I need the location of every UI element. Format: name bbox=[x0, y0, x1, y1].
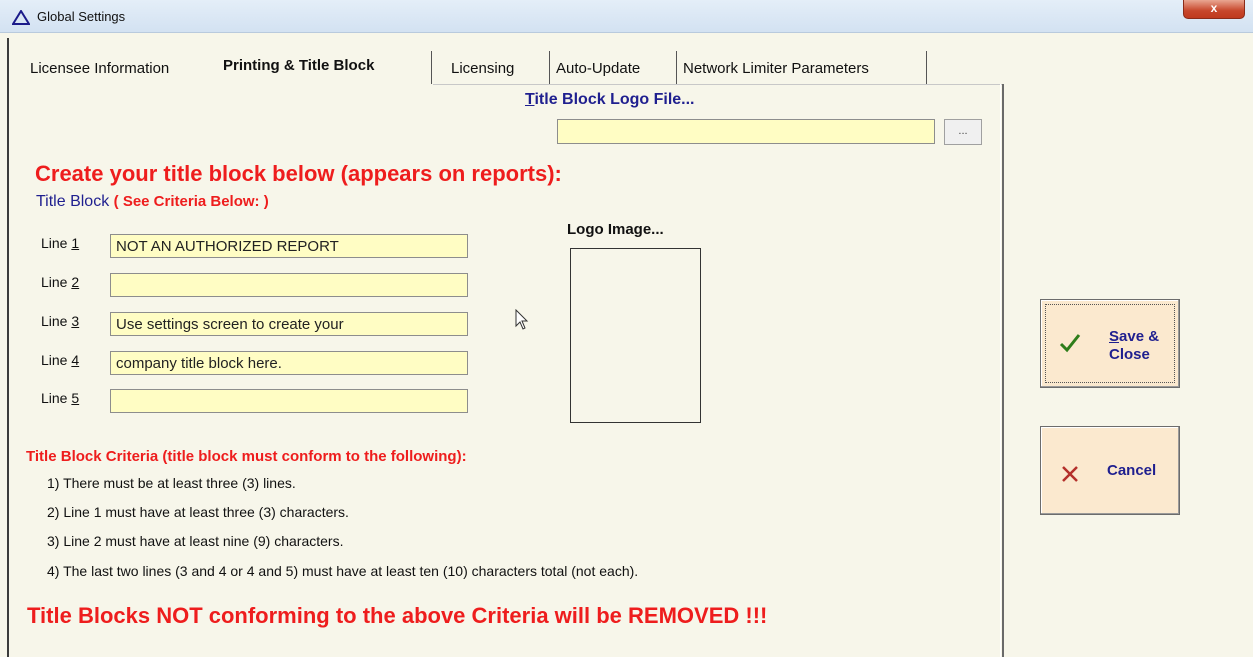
tab-separator bbox=[431, 51, 432, 84]
line-3-label-num: 3 bbox=[71, 313, 80, 329]
line-1-label: Line 1 bbox=[41, 235, 79, 251]
see-criteria-note: ( See Criteria Below: ) bbox=[113, 193, 269, 210]
tab-separator bbox=[926, 51, 927, 84]
tab-page-right-border bbox=[1002, 84, 1004, 657]
line-4-label: Line 4 bbox=[41, 352, 79, 368]
tab-page-top-border bbox=[433, 84, 1003, 85]
line-4-label-prefix: Line bbox=[41, 352, 72, 368]
tab-licensing[interactable]: Licensing bbox=[451, 60, 514, 77]
line-2-input[interactable] bbox=[110, 273, 468, 297]
save-close-label: Save & Close bbox=[1109, 328, 1159, 364]
logo-image-label: Logo Image... bbox=[567, 221, 664, 238]
tab-network-limiter-parameters[interactable]: Network Limiter Parameters bbox=[683, 60, 869, 77]
line-1-label-num: 1 bbox=[71, 235, 80, 251]
close-button[interactable]: x bbox=[1183, 0, 1245, 19]
line-4-input[interactable] bbox=[110, 351, 468, 375]
tab-separator bbox=[549, 51, 550, 84]
title-block-label-row: Title Block ( See Criteria Below: ) bbox=[36, 193, 269, 211]
criteria-item: 3) Line 2 must have at least nine (9) ch… bbox=[47, 533, 344, 549]
cancel-button[interactable]: Cancel bbox=[1040, 426, 1180, 515]
x-icon bbox=[1061, 462, 1079, 490]
line-2-label: Line 2 bbox=[41, 274, 79, 290]
tab-auto-update[interactable]: Auto-Update bbox=[556, 60, 640, 77]
line-4-label-num: 4 bbox=[71, 352, 80, 368]
line-3-label: Line 3 bbox=[41, 313, 79, 329]
line-2-label-prefix: Line bbox=[41, 274, 72, 290]
tab-printing-title-block[interactable]: Printing & Title Block bbox=[223, 57, 374, 74]
line-5-label-prefix: Line bbox=[41, 390, 72, 406]
line-3-label-prefix: Line bbox=[41, 313, 72, 329]
criteria-title: Title Block Criteria (title block must c… bbox=[26, 448, 467, 465]
logo-file-label: Title Block Logo File... bbox=[525, 91, 695, 109]
line-1-input[interactable] bbox=[110, 234, 468, 258]
save-mnemonic: S bbox=[1109, 328, 1120, 345]
mouse-pointer-icon bbox=[515, 308, 529, 336]
tab-page-right-highlight bbox=[1000, 84, 1001, 657]
window-titlebar: Global Settings x bbox=[0, 0, 1253, 33]
criteria-item: 4) The last two lines (3 and 4 or 4 and … bbox=[47, 563, 639, 579]
window-title: Global Settings bbox=[37, 9, 126, 24]
logo-file-label-text: itle Block Logo File... bbox=[534, 91, 695, 108]
browse-logo-button[interactable]: ... bbox=[944, 119, 982, 145]
tab-separator bbox=[676, 51, 677, 84]
criteria-item: 2) Line 1 must have at least three (3) c… bbox=[47, 504, 349, 520]
line-1-label-prefix: Line bbox=[41, 235, 72, 251]
save-label-line1: ave & bbox=[1119, 328, 1160, 345]
line-5-label: Line 5 bbox=[41, 390, 79, 406]
line-3-input[interactable] bbox=[110, 312, 468, 336]
tab-licensee-information[interactable]: Licensee Information bbox=[30, 60, 169, 77]
save-label-line2: Close bbox=[1109, 346, 1150, 363]
window-left-border bbox=[7, 38, 9, 657]
title-block-label: Title Block bbox=[36, 193, 110, 210]
save-close-button[interactable]: Save & Close bbox=[1040, 299, 1180, 388]
logo-file-input[interactable] bbox=[557, 119, 935, 144]
criteria-item: 1) There must be at least three (3) line… bbox=[47, 475, 296, 491]
logo-image-preview[interactable] bbox=[570, 248, 701, 423]
checkmark-icon bbox=[1059, 332, 1081, 360]
cancel-label: Cancel bbox=[1107, 462, 1157, 479]
line-2-label-num: 2 bbox=[71, 274, 80, 290]
line-5-input[interactable] bbox=[110, 389, 468, 413]
create-title-block-heading: Create your title block below (appears o… bbox=[35, 161, 562, 186]
app-logo-icon bbox=[11, 9, 31, 30]
line-5-label-num: 5 bbox=[71, 390, 80, 406]
nonconforming-warning: Title Blocks NOT conforming to the above… bbox=[27, 603, 768, 628]
